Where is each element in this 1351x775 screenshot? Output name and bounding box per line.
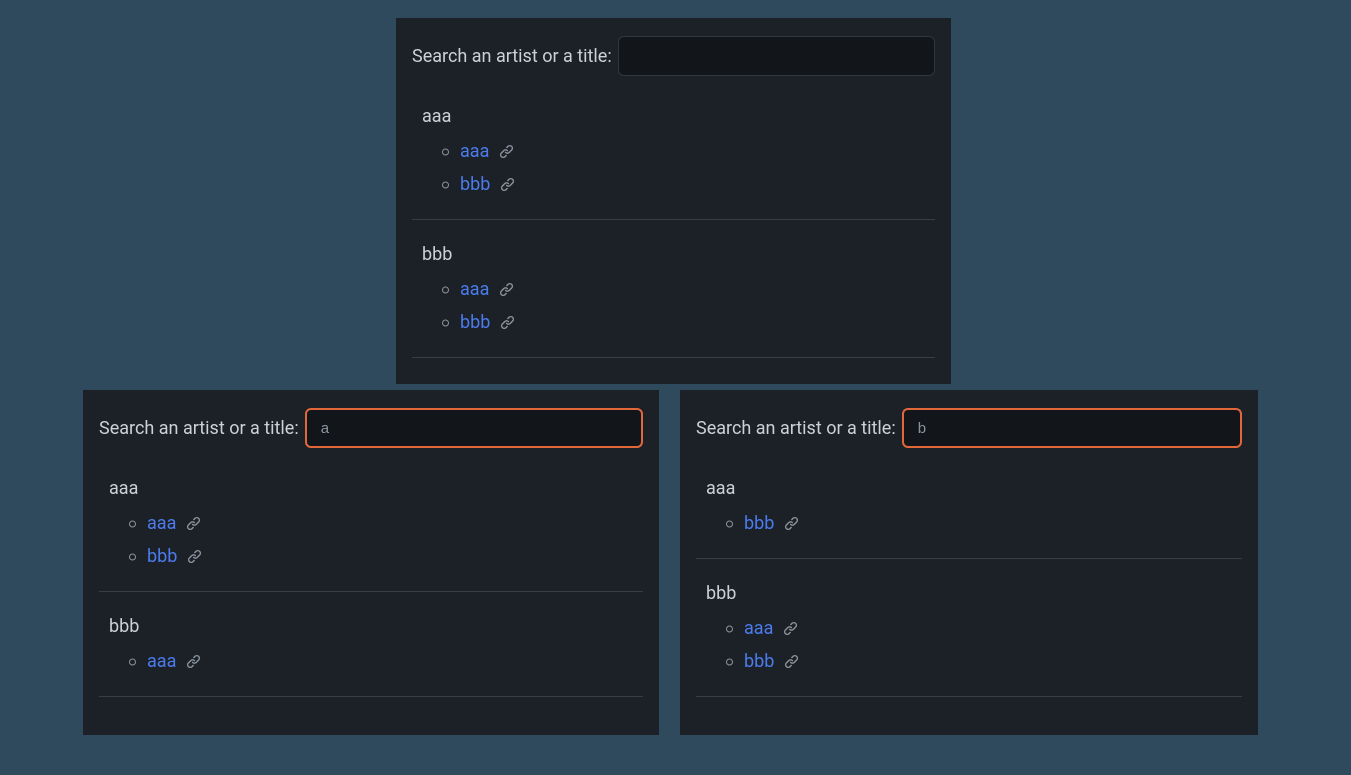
search-row: Search an artist or a title:: [696, 408, 1242, 448]
group-items: aaa bbb: [696, 612, 1242, 678]
search-label: Search an artist or a title:: [696, 418, 896, 439]
result-group: aaa aaa bbb: [99, 470, 643, 592]
group-title: bbb: [412, 238, 935, 273]
item-link[interactable]: bbb: [744, 513, 774, 534]
link-icon[interactable]: [500, 315, 515, 330]
item-link[interactable]: bbb: [460, 312, 490, 333]
link-icon[interactable]: [186, 654, 201, 669]
group-items: aaa bbb: [412, 135, 935, 201]
group-title: bbb: [99, 610, 643, 645]
item-link[interactable]: aaa: [147, 651, 176, 672]
item-link[interactable]: aaa: [147, 513, 176, 534]
group-title: aaa: [99, 472, 643, 507]
item-link[interactable]: bbb: [744, 651, 774, 672]
list-item: aaa: [460, 135, 935, 168]
link-icon[interactable]: [187, 549, 202, 564]
link-icon[interactable]: [784, 516, 799, 531]
search-input[interactable]: [618, 36, 935, 76]
result-group: aaa bbb: [696, 470, 1242, 559]
group-items: aaa bbb: [412, 273, 935, 339]
result-group: bbb aaa: [99, 608, 643, 697]
item-link[interactable]: aaa: [460, 279, 489, 300]
list-item: bbb: [147, 540, 643, 573]
group-items: bbb: [696, 507, 1242, 540]
list-item: aaa: [744, 612, 1242, 645]
item-link[interactable]: bbb: [460, 174, 490, 195]
search-row: Search an artist or a title:: [99, 408, 643, 448]
item-link[interactable]: aaa: [744, 618, 773, 639]
search-input[interactable]: [902, 408, 1242, 448]
search-panel-right: Search an artist or a title: aaa bbb bbb…: [680, 390, 1258, 735]
link-icon[interactable]: [784, 654, 799, 669]
list-item: bbb: [460, 168, 935, 201]
link-icon[interactable]: [186, 516, 201, 531]
search-label: Search an artist or a title:: [99, 418, 299, 439]
list-item: bbb: [744, 507, 1242, 540]
list-item: aaa: [460, 273, 935, 306]
list-item: aaa: [147, 507, 643, 540]
search-panel-left: Search an artist or a title: aaa aaa bbb…: [83, 390, 659, 735]
search-label: Search an artist or a title:: [412, 46, 612, 67]
link-icon[interactable]: [783, 621, 798, 636]
group-title: bbb: [696, 577, 1242, 612]
group-title: aaa: [412, 100, 935, 135]
item-link[interactable]: aaa: [460, 141, 489, 162]
group-title: aaa: [696, 472, 1242, 507]
list-item: bbb: [460, 306, 935, 339]
link-icon[interactable]: [499, 144, 514, 159]
search-input[interactable]: [305, 408, 643, 448]
group-items: aaa bbb: [99, 507, 643, 573]
list-item: aaa: [147, 645, 643, 678]
search-panel-top: Search an artist or a title: aaa aaa bbb…: [396, 18, 951, 384]
list-item: bbb: [744, 645, 1242, 678]
search-row: Search an artist or a title:: [412, 36, 935, 76]
result-group: bbb aaa bbb: [696, 575, 1242, 697]
link-icon[interactable]: [500, 177, 515, 192]
item-link[interactable]: bbb: [147, 546, 177, 567]
group-items: aaa: [99, 645, 643, 678]
result-group: aaa aaa bbb: [412, 98, 935, 220]
link-icon[interactable]: [499, 282, 514, 297]
result-group: bbb aaa bbb: [412, 236, 935, 358]
